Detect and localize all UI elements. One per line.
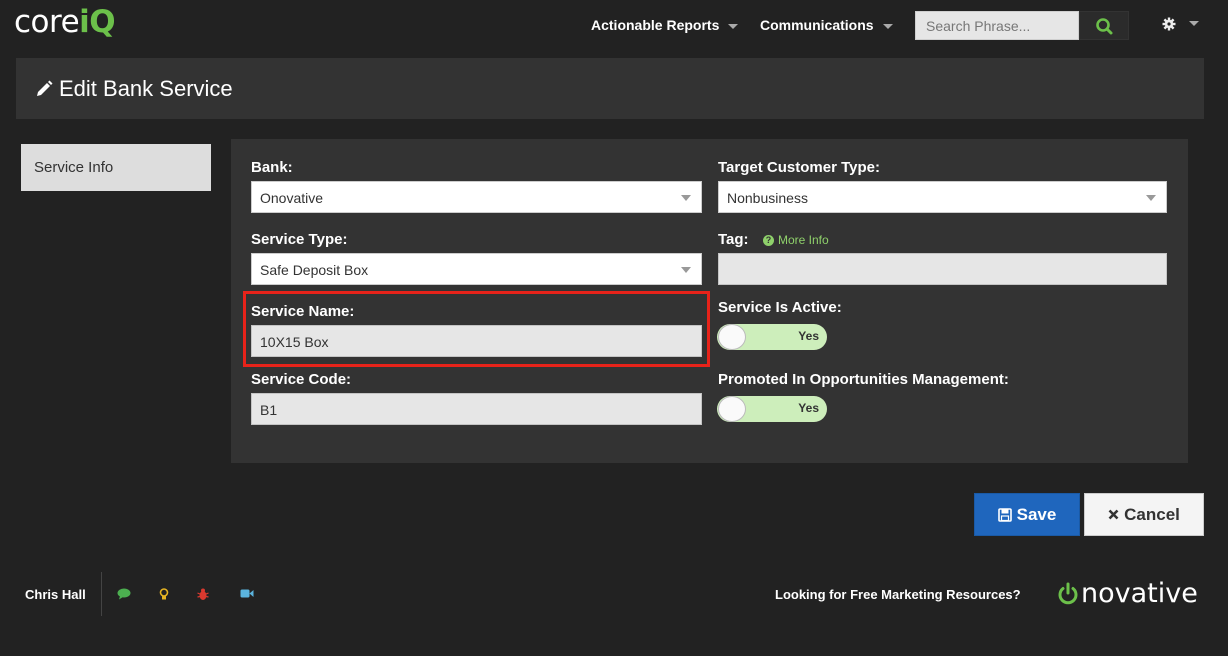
gear-icon bbox=[1162, 17, 1176, 31]
target-customer-type-select[interactable]: Nonbusiness bbox=[718, 181, 1167, 213]
service-type-select[interactable]: Safe Deposit Box bbox=[251, 253, 702, 285]
service-type-value: Safe Deposit Box bbox=[260, 262, 369, 278]
target-customer-type-label: Target Customer Type: bbox=[718, 159, 880, 176]
coreiq-logo[interactable]: coreiQ bbox=[14, 4, 116, 40]
toggle-yes-label: Yes bbox=[798, 401, 819, 415]
power-icon bbox=[1058, 582, 1078, 604]
target-customer-type-value: Nonbusiness bbox=[727, 190, 808, 206]
close-icon bbox=[1108, 509, 1119, 520]
toggle-knob bbox=[718, 396, 746, 422]
footer-user-name[interactable]: Chris Hall bbox=[25, 587, 86, 602]
highlight-box bbox=[243, 291, 710, 367]
bug-icon[interactable] bbox=[197, 588, 209, 601]
toggle-knob bbox=[718, 324, 746, 350]
onovative-logo[interactable]: novative bbox=[1056, 578, 1198, 609]
search-button[interactable] bbox=[1079, 11, 1129, 40]
dropdown-arrow-icon bbox=[681, 267, 691, 273]
marketing-resources-link[interactable]: Looking for Free Marketing Resources? bbox=[775, 587, 1021, 602]
more-info-link[interactable]: ? More Info bbox=[763, 233, 829, 247]
search-input[interactable] bbox=[916, 12, 1078, 39]
lightbulb-icon[interactable] bbox=[159, 588, 169, 601]
pencil-icon bbox=[37, 80, 53, 96]
chevron-down-icon bbox=[728, 23, 739, 29]
onovative-logo-text: novative bbox=[1081, 578, 1198, 609]
cancel-button[interactable]: Cancel bbox=[1084, 493, 1204, 536]
toggle-yes-label: Yes bbox=[798, 329, 819, 343]
page-header: Edit Bank Service bbox=[16, 58, 1204, 119]
dropdown-arrow-icon bbox=[681, 195, 691, 201]
service-code-input[interactable]: B1 bbox=[251, 393, 702, 425]
top-navbar: coreiQ Actionable Reports Communications bbox=[0, 0, 1228, 52]
question-circle-icon: ? bbox=[763, 234, 774, 246]
bank-label: Bank: bbox=[251, 159, 293, 176]
promoted-toggle[interactable]: Yes bbox=[717, 396, 827, 422]
service-is-active-label: Service Is Active: bbox=[718, 299, 842, 316]
more-info-text: More Info bbox=[778, 233, 829, 247]
bank-select-value: Onovative bbox=[260, 190, 324, 206]
tab-service-info-label: Service Info bbox=[34, 159, 114, 176]
settings-menu[interactable] bbox=[1162, 15, 1200, 33]
save-button-label: Save bbox=[1016, 504, 1057, 524]
tag-input[interactable] bbox=[718, 253, 1167, 285]
bank-select[interactable]: Onovative bbox=[251, 181, 702, 213]
video-icon[interactable] bbox=[240, 588, 254, 599]
chevron-down-icon bbox=[882, 23, 893, 29]
logo-core-text: core bbox=[14, 4, 80, 40]
logo-iq-text: iQ bbox=[79, 4, 116, 40]
nav-communications-label: Communications bbox=[760, 17, 874, 33]
service-is-active-toggle[interactable]: Yes bbox=[717, 324, 827, 350]
tag-label: Tag: bbox=[718, 231, 749, 248]
chevron-down-icon bbox=[1189, 21, 1200, 27]
dropdown-arrow-icon bbox=[1146, 195, 1156, 201]
search-field[interactable] bbox=[915, 11, 1079, 40]
chat-icon[interactable] bbox=[117, 588, 131, 600]
page-title-text: Edit Bank Service bbox=[59, 76, 233, 101]
save-button[interactable]: Save bbox=[974, 493, 1080, 536]
nav-actionable-reports-label: Actionable Reports bbox=[591, 17, 720, 33]
page-title: Edit Bank Service bbox=[35, 76, 233, 102]
cancel-button-label: Cancel bbox=[1124, 504, 1180, 524]
tab-service-info[interactable]: Service Info bbox=[21, 144, 211, 191]
promoted-label: Promoted In Opportunities Management: bbox=[718, 371, 1009, 388]
nav-communications[interactable]: Communications bbox=[760, 17, 893, 33]
footer-divider bbox=[101, 572, 102, 616]
service-type-label: Service Type: bbox=[251, 231, 348, 248]
service-code-label: Service Code: bbox=[251, 371, 352, 388]
search-icon bbox=[1096, 18, 1113, 35]
floppy-disk-icon bbox=[997, 507, 1012, 522]
nav-actionable-reports[interactable]: Actionable Reports bbox=[591, 17, 739, 33]
